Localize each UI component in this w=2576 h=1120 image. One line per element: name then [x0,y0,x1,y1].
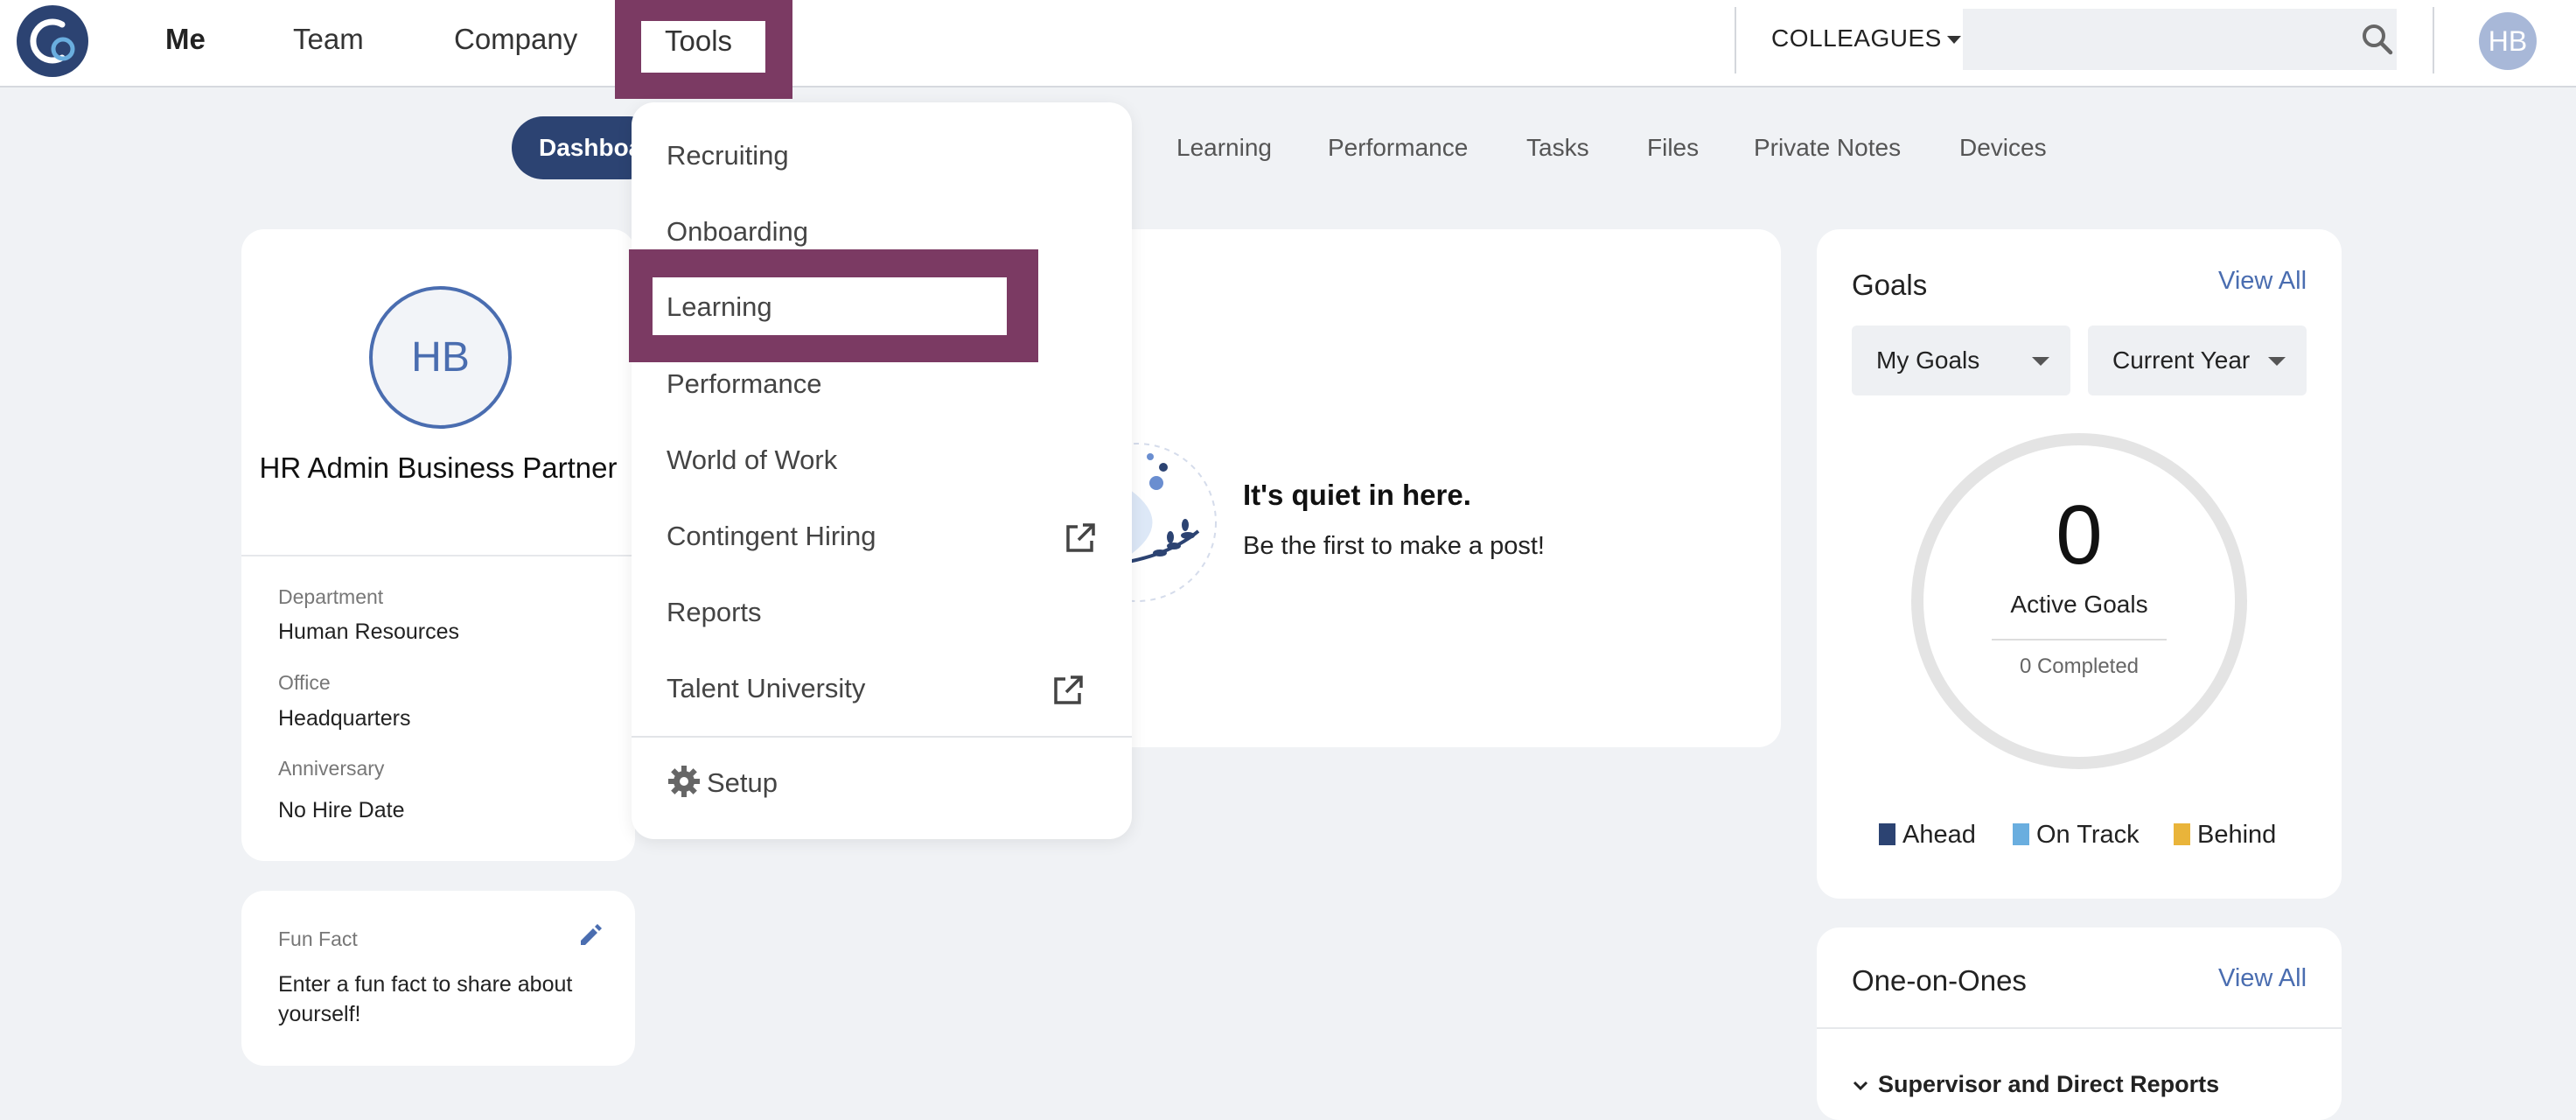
nav-company[interactable]: Company [454,23,577,56]
tab-performance[interactable]: Performance [1328,134,1468,162]
office-label: Office [278,671,331,694]
legend-behind-label: Behind [2197,821,2277,849]
legend-ahead: Ahead [1879,821,1976,850]
menu-item-setup[interactable]: Setup [667,764,778,799]
tab-devices[interactable]: Devices [1959,134,2047,162]
setup-label: Setup [707,767,778,798]
anniversary-label: Anniversary [278,757,385,780]
anniversary-value: No Hire Date [278,798,405,822]
supervisor-section-toggle[interactable]: Supervisor and Direct Reports [1852,1071,2219,1098]
gear-icon [668,766,700,797]
feed-card: It's quiet in here. Be the first to make… [1058,229,1781,747]
goals-card: Goals View All My Goals Current Year 0 A… [1817,229,2342,899]
legend-behind: Behind [2174,821,2276,850]
legend-swatch [1879,823,1895,845]
tab-files[interactable]: Files [1647,134,1699,162]
company-logo[interactable] [17,5,88,77]
tab-learning[interactable]: Learning [1176,134,1272,162]
menu-item-onboarding[interactable]: Onboarding [667,216,808,248]
goals-period-value: Current Year [2112,346,2251,374]
menu-item-world-of-work[interactable]: World of Work [667,444,837,476]
top-navigation-bar: Me Team Company COLLEAGUES HB [0,0,2576,88]
legend-swatch [2174,823,2190,845]
external-link-icon [1064,522,1097,559]
menu-item-talent-university[interactable]: Talent University [667,673,865,704]
search-icon[interactable] [2362,24,2393,60]
department-label: Department [278,585,384,608]
menu-divider [632,736,1132,738]
fun-fact-text[interactable]: Enter a fun fact to share about yourself… [278,970,611,1029]
goals-period-select[interactable]: Current Year [2088,326,2307,396]
divider [1992,639,2167,640]
user-avatar[interactable]: HB [2479,12,2537,70]
pencil-edit-icon[interactable] [577,922,604,953]
tab-private-notes[interactable]: Private Notes [1754,134,1901,162]
nav-divider [2433,7,2434,74]
menu-item-performance[interactable]: Performance [667,368,821,400]
goals-owner-value: My Goals [1876,346,1980,374]
office-value: Headquarters [278,706,411,731]
goals-title: Goals [1852,269,1928,301]
menu-item-reports[interactable]: Reports [667,597,762,628]
external-link-icon [1051,674,1085,711]
legend-swatch [2013,823,2029,845]
goals-view-all-link[interactable]: View All [2218,267,2307,296]
legend-ahead-label: Ahead [1902,821,1976,849]
profile-avatar[interactable]: HB [369,286,512,429]
menu-item-learning[interactable]: Learning [667,291,772,323]
department-value: Human Resources [278,620,460,644]
colleagues-dropdown[interactable]: COLLEAGUES [1771,24,1961,52]
menu-item-contingent-hiring[interactable]: Contingent Hiring [667,521,876,552]
one-on-ones-card: One-on-Ones View All Supervisor and Dire… [1817,928,2342,1120]
chevron-down-icon [1853,1081,1868,1090]
empty-feed-subtitle: Be the first to make a post! [1243,532,1545,560]
legend-on-track: On Track [2013,821,2140,850]
empty-feed-title: It's quiet in here. [1243,479,1471,511]
chevron-down-icon [1946,36,1961,45]
active-goals-label: Active Goals [2010,591,2148,618]
one-on-ones-title: One-on-Ones [1852,964,2027,997]
search-input[interactable] [1963,9,2397,70]
tools-dropdown-menu: Recruiting Onboarding Learning Performan… [629,102,1132,839]
nav-divider [1735,7,1736,74]
one-on-ones-view-all-link[interactable]: View All [2218,964,2307,993]
supervisor-section-label: Supervisor and Direct Reports [1878,1071,2220,1097]
profile-card: HB HR Admin Business Partner Department … [241,229,635,861]
tab-tasks[interactable]: Tasks [1526,134,1589,162]
divider [241,555,635,556]
colleagues-label: COLLEAGUES [1771,24,1942,52]
nav-tools[interactable]: Tools [641,21,765,73]
divider [1817,1027,2342,1029]
active-goals-count: 0 [2056,488,2103,582]
goals-owner-select[interactable]: My Goals [1852,326,2070,396]
nav-team[interactable]: Team [293,23,364,56]
caret-down-icon [2032,357,2049,366]
nav-me[interactable]: Me [165,23,206,56]
profile-name: HR Admin Business Partner [259,452,618,484]
completed-goals-label: 0 Completed [2019,654,2140,678]
legend-on-track-label: On Track [2036,821,2140,849]
menu-item-recruiting[interactable]: Recruiting [667,140,789,172]
fun-fact-label: Fun Fact [278,928,358,950]
caret-down-icon [2268,357,2286,366]
fun-fact-card: Fun Fact Enter a fun fact to share about… [241,891,635,1066]
